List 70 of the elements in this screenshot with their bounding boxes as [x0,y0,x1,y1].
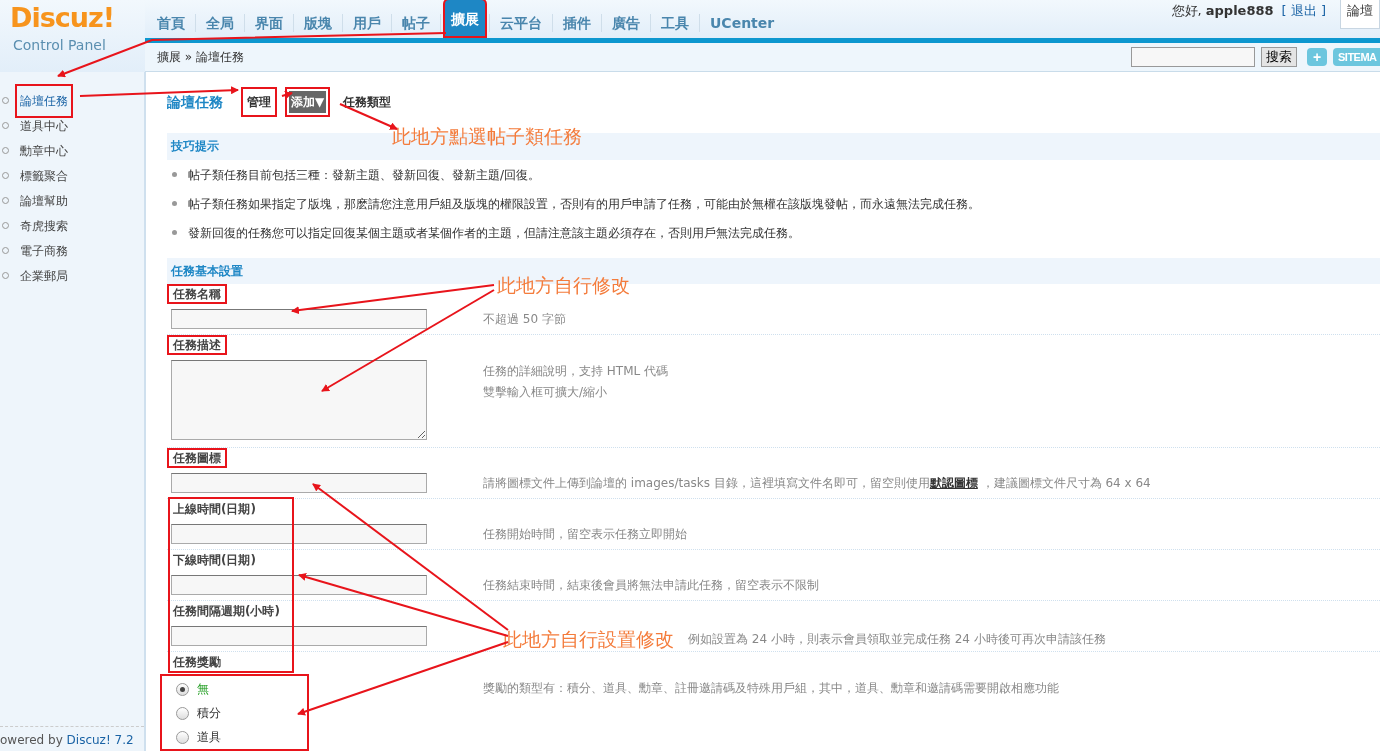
field-label: 任務圖標 [167,448,227,468]
nav-tab[interactable]: 工具 [651,6,699,38]
annotation-text: 此地方自行設置修改 [503,628,674,650]
search-button[interactable]: 搜索 [1261,47,1297,67]
logo-subtitle: Control Panel [12,36,106,54]
tip-text: 帖子類任務目前包括三種：發新主題、發新回復、發新主題/回復。 [188,166,541,183]
logout-link[interactable]: [ 退出 ] [1281,0,1326,22]
default-icon-link[interactable]: 默認圖標 [929,476,978,490]
nav-tab[interactable]: 云平台 [490,6,552,38]
bullet-icon [172,172,177,177]
field-label: 任務間隔週期(小時) [172,603,281,620]
tip-text: 帖子類任務如果指定了版塊，那麽請您注意用戶組及版塊的權限設置，否則有的用戶申請了任務，可能由於無權在該版塊發帖，而永遠無法完成任務。 [188,195,980,212]
field-label: 下線時間(日期) [172,552,257,569]
action-link[interactable]: 添加▼ [285,87,331,117]
annotation-arrow [281,91,293,99]
hint-text: 不超過 50 字節 [483,311,566,327]
nav-tab[interactable]: 擴展 [443,0,487,38]
footer-text: owered by Discuz! 7.2 [0,726,144,748]
field-label: 上線時間(日期) [172,501,257,518]
input-field[interactable] [171,575,427,595]
nav-tab[interactable]: 界面 [245,6,293,38]
action-link[interactable]: 管理 [241,87,277,117]
hint-text: 獎勵的類型有：積分、道具、勳章、註冊邀請碼及特殊用戶組，其中，道具、勳章和邀請碼需要開啟相應功能 [483,680,1059,697]
hint-text: 例如設置為 24 小時，則表示會員領取並完成任務 24 小時後可再次申請該任務 [688,631,1106,647]
nav-tab[interactable]: 插件 [553,6,601,38]
radio-button[interactable] [176,682,189,696]
sidebar-item[interactable]: 標籤聚合 [15,163,73,188]
action-link[interactable]: 任務類型 [338,90,397,114]
page-title: 論壇任務 [167,94,223,110]
text-area[interactable] [171,360,427,440]
greeting-text: 您好, apple888 [1171,2,1274,20]
radio-label: 積分 [197,705,221,721]
nav-tab[interactable]: 版塊 [294,6,342,38]
sidebar-item[interactable]: 論壇任務 [15,83,73,118]
nav-tab[interactable]: 首頁 [147,6,195,38]
nav-tab[interactable]: 廣告 [602,6,650,38]
field-label: 任務描述 [167,335,227,355]
hint-text: 雙擊輸入框可擴大/縮小 [483,384,609,401]
sidebar-item[interactable]: 企業郵局 [15,263,73,288]
bullet-icon [172,230,177,235]
radio-button[interactable] [176,706,189,720]
nav-tab[interactable]: 全局 [196,6,244,38]
annotation-text: 此地方點選帖子類任務 [392,125,582,147]
field-label: 任務獎勵 [172,654,222,671]
radio-button[interactable] [176,730,189,744]
field-label: 任務名稱 [167,284,227,304]
shortcut-dropdown[interactable]: 論壇 [1340,0,1380,29]
hint-text: 請將圖標文件上傳到論壇的 images/tasks 目錄，這裡填寫文件名即可，留空則使用默認圖標 ，建議圖標文件尺寸為 64 x 64 [483,475,1151,491]
sidebar-item[interactable]: 論壇幫助 [15,188,73,213]
logo: Discuz! [10,1,114,35]
input-field[interactable] [171,309,427,329]
hint-text: 任務的詳細說明，支持 HTML 代碼 [483,363,669,380]
input-field[interactable] [171,473,427,493]
input-field[interactable] [171,524,427,544]
nav-tab[interactable]: 帖子 [392,6,440,38]
tip-text: 發新回復的任務您可以指定回復某個主題或者某個作者的主題，但請注意該主題必須存在，否則用戶無法完成任務。 [188,224,800,241]
sidebar-item[interactable]: 電子商務 [15,238,73,263]
nav-tab[interactable]: UCenter [700,6,785,38]
footer-link[interactable]: Discuz! 7.2 [66,733,134,747]
sidebar-item[interactable]: 奇虎搜索 [15,213,73,238]
hint-text: 任務結束時間，結束後會員將無法申請此任務，留空表示不限制 [483,577,819,593]
hint-text: 任務開始時間，留空表示任務立即開始 [483,526,687,542]
radio-label: 無 [197,681,209,697]
breadcrumb: 擴展 » 論壇任務 [157,49,244,65]
radio-label: 道具 [197,729,221,745]
sidebar-item[interactable]: 勳章中心 [15,138,73,163]
nav-tab[interactable]: 用戶 [343,6,391,38]
search-field[interactable] [1131,47,1255,67]
input-field[interactable] [171,626,427,646]
bullet-icon [172,201,177,206]
